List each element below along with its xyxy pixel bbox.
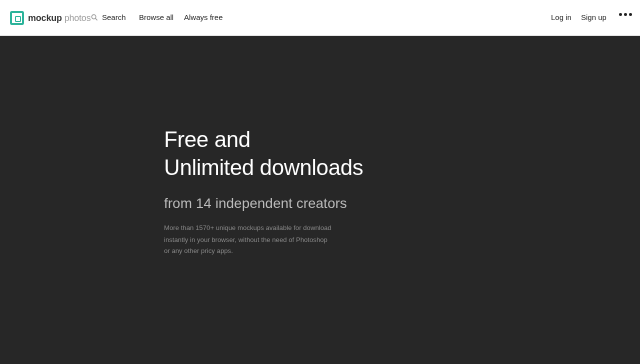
brand-name-bold: mockup: [28, 13, 62, 23]
logo-icon: [10, 11, 24, 25]
nav-browse-all[interactable]: Browse all: [139, 12, 174, 24]
brand-name-light: photos: [64, 13, 91, 23]
hero-subtitle: from 14 independent creators: [164, 195, 347, 211]
nav-always-free[interactable]: Always free: [184, 12, 223, 24]
hero-description: More than 1570+ unique mockups available…: [164, 223, 364, 258]
brand-name: mockup photos: [28, 13, 91, 23]
hero-desc-line1: More than 1570+ unique mockups available…: [164, 225, 332, 232]
more-dot: [619, 13, 622, 16]
more-dot: [624, 13, 627, 16]
search-label: Search: [102, 13, 126, 22]
search-button[interactable]: Search: [91, 12, 126, 24]
more-icon[interactable]: [619, 13, 632, 16]
login-link[interactable]: Log in: [551, 12, 571, 24]
hero-title: Free and Unlimited downloads: [164, 126, 424, 182]
hero-desc-line2: instantly in your browser, without the n…: [164, 236, 328, 244]
search-icon: [91, 14, 98, 21]
hero-title-line1: Free and: [164, 127, 251, 152]
more-dot: [629, 13, 632, 16]
signup-link[interactable]: Sign up: [581, 12, 606, 24]
hero-desc-line3: or any other pricy apps.: [164, 248, 233, 255]
brand-logo[interactable]: mockup photos: [10, 8, 91, 28]
hero-title-line2: Unlimited downloads: [164, 155, 364, 180]
top-navbar: mockup photos Search Browse all Always f…: [0, 0, 640, 36]
hero-section: Free and Unlimited downloads from 14 ind…: [164, 126, 424, 258]
